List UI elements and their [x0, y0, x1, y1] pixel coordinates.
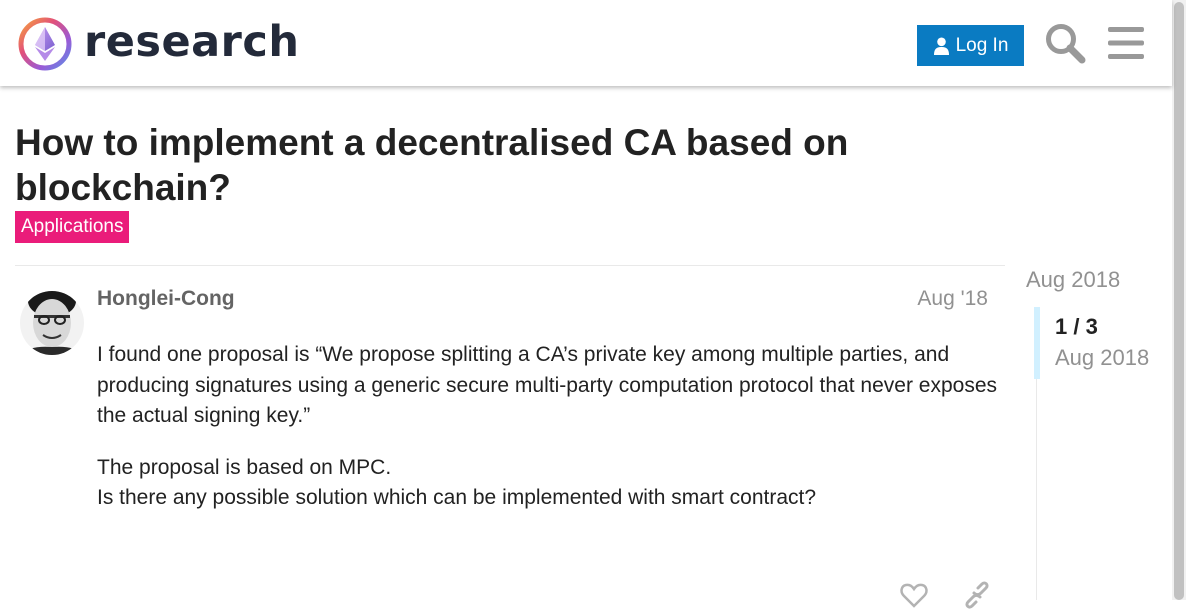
post-paragraph: I found one proposal is “We propose spli… [97, 343, 997, 427]
like-icon[interactable] [900, 582, 928, 608]
timeline-post-count: 1 / 3 [1055, 314, 1098, 339]
ethereum-logo-icon[interactable] [16, 15, 74, 73]
timeline-handle[interactable] [1034, 307, 1040, 379]
topic-divider [15, 265, 1005, 266]
avatar[interactable] [20, 287, 84, 359]
post-body: I found one proposal is “We propose spli… [97, 340, 997, 535]
site-header: research Log In [0, 0, 1172, 86]
page-scrollbar[interactable] [1172, 0, 1186, 600]
login-label: Log In [955, 34, 1009, 56]
post-line: Is there any possible solution which can… [97, 486, 817, 509]
search-icon[interactable] [1044, 22, 1086, 64]
post-author[interactable]: Honglei-Cong [97, 286, 235, 312]
category-badge[interactable]: Applications [15, 211, 130, 243]
timeline-start-date[interactable]: Aug 2018 [1026, 266, 1120, 294]
post-date[interactable]: Aug '18 [900, 286, 988, 312]
topic-title[interactable]: How to implement a decentralised CA base… [15, 120, 915, 210]
login-button[interactable]: Log In [917, 25, 1024, 66]
post-paragraph: The proposal is based on MPC. Is there a… [97, 453, 997, 514]
hamburger-menu-icon[interactable] [1106, 24, 1146, 62]
post-line: The proposal is based on MPC. [97, 455, 392, 479]
link-icon[interactable] [962, 580, 992, 610]
timeline-current-date: Aug 2018 [1055, 345, 1150, 370]
scrollbar-thumb[interactable] [1174, 2, 1184, 600]
site-name[interactable]: research [84, 14, 299, 70]
user-icon [933, 37, 949, 55]
